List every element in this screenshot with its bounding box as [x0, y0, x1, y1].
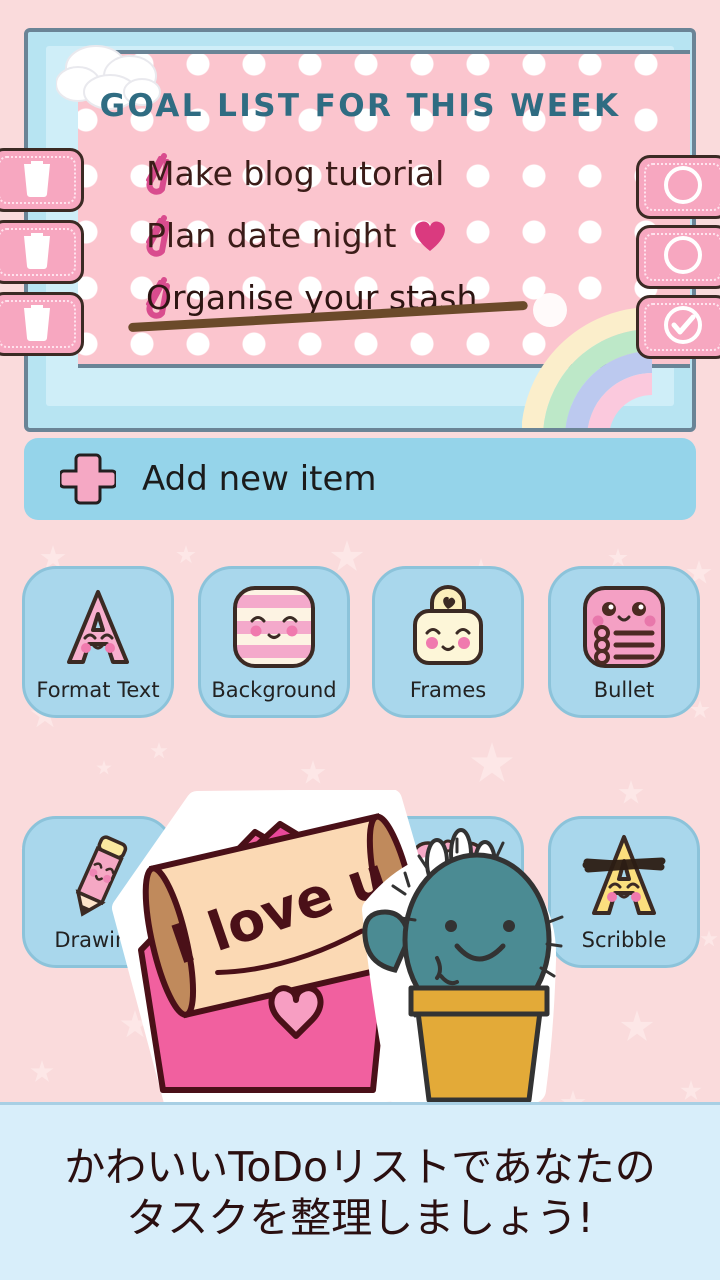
circle-empty-icon — [661, 233, 705, 282]
task-text: Plan date night — [146, 215, 397, 255]
star-icon — [700, 930, 718, 947]
kawaii-striped-square-icon — [230, 581, 318, 673]
circle-empty-icon — [661, 163, 705, 212]
toggle-task-button-1[interactable] — [636, 155, 720, 219]
table-row[interactable]: Organise your stash — [28, 266, 692, 333]
tool-format-text[interactable]: Format Text — [22, 566, 174, 718]
kawaii-letter-a-pink-icon — [55, 581, 141, 673]
promo-caption: かわいいToDoリストであなたの タスクを整理しましょう! — [0, 1102, 720, 1280]
trash-icon — [20, 158, 54, 203]
heart-icon — [410, 217, 450, 253]
trash-icon — [20, 230, 54, 275]
caption-line-2: タスクを整理しましょう! — [126, 1193, 594, 1242]
caption-line-1: かわいいToDoリストであなたの — [64, 1143, 656, 1192]
star-icon — [96, 760, 112, 775]
delete-task-button-2[interactable] — [0, 220, 84, 284]
star-icon — [150, 742, 168, 759]
add-new-item-button[interactable]: Add new item — [24, 438, 696, 520]
task-list: Make blog tutorial Plan date night Organ… — [28, 142, 692, 333]
kawaii-frame-heart-icon — [403, 581, 493, 673]
kawaii-bullet-list-icon — [580, 581, 668, 673]
card-frame: GOAL LIST FOR THIS WEEK Make blog tutori… — [24, 28, 696, 432]
task-text: Make blog tutorial — [146, 153, 445, 193]
table-row[interactable]: Plan date night — [28, 204, 692, 266]
toggle-task-button-2[interactable] — [636, 225, 720, 289]
circle-check-icon — [661, 303, 705, 352]
star-icon — [300, 760, 326, 784]
sticker-overlay: I love u — [105, 789, 575, 1113]
tool-label: Format Text — [36, 678, 160, 702]
tool-bullet[interactable]: Bullet — [548, 566, 700, 718]
star-icon — [680, 1080, 702, 1101]
tool-label: Frames — [409, 678, 487, 702]
tool-label: Background — [211, 678, 337, 702]
delete-task-button-1[interactable] — [0, 148, 84, 212]
tool-frames[interactable]: Frames — [372, 566, 524, 718]
goal-list-card: GOAL LIST FOR THIS WEEK Make blog tutori… — [24, 28, 696, 432]
star-icon — [176, 545, 196, 564]
kawaii-letter-a-yellow-scribble-icon — [578, 831, 670, 923]
tool-label: Bullet — [593, 678, 655, 702]
star-icon — [620, 1010, 654, 1041]
table-row[interactable]: Make blog tutorial — [28, 142, 692, 204]
tool-background[interactable]: Background — [198, 566, 350, 718]
toggle-task-button-3[interactable] — [636, 295, 720, 359]
star-icon — [470, 742, 514, 783]
add-new-item-label: Add new item — [142, 459, 377, 499]
star-icon — [608, 548, 628, 567]
delete-task-button-3[interactable] — [0, 292, 84, 356]
page-title: GOAL LIST FOR THIS WEEK — [99, 88, 621, 124]
star-icon — [618, 780, 644, 804]
plus-icon — [58, 451, 118, 507]
trash-icon — [20, 302, 54, 347]
star-icon — [30, 1060, 54, 1082]
tool-label: Scribble — [581, 928, 667, 952]
star-icon — [330, 540, 364, 571]
